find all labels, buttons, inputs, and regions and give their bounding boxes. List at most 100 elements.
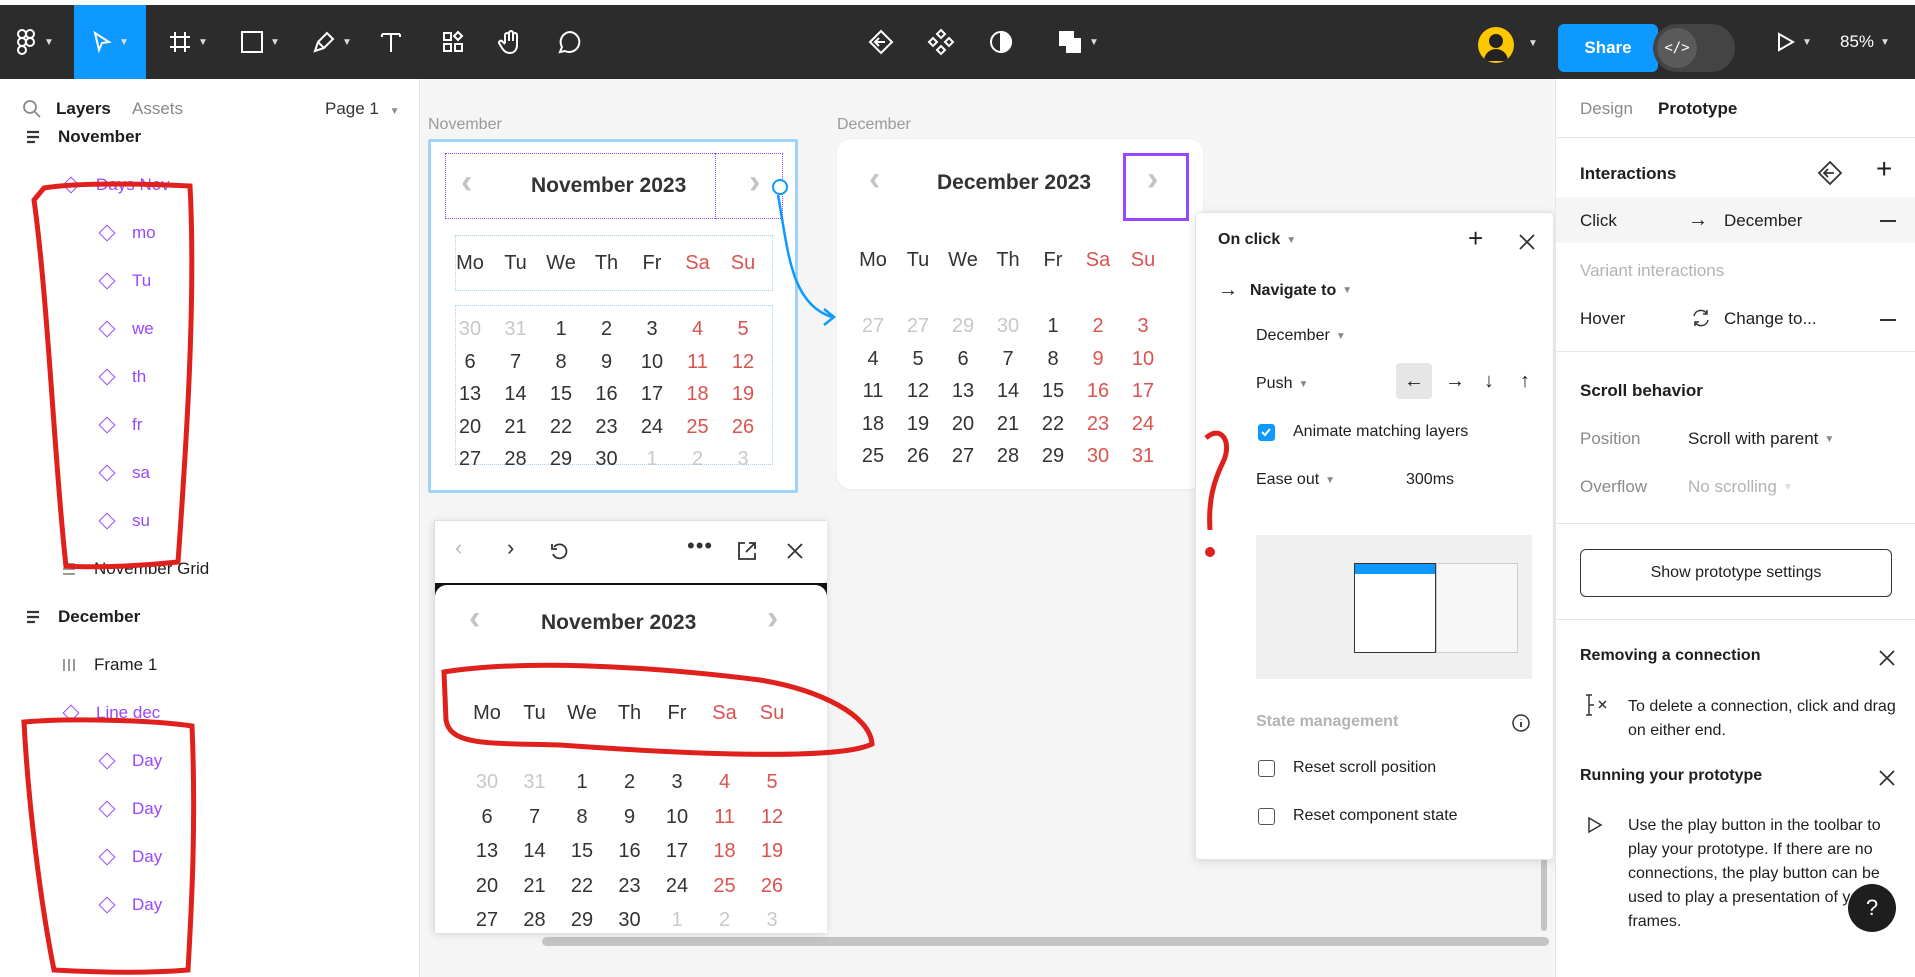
layer-row[interactable]: fr (96, 401, 142, 449)
easing-dropdown[interactable]: Ease out ▼ (1256, 471, 1335, 489)
next-month-icon[interactable]: › (767, 599, 778, 638)
calendar-day[interactable]: 5 (750, 771, 794, 794)
shape-tool-button[interactable]: ▼ (232, 5, 288, 79)
calendar-day[interactable]: 1 (560, 771, 604, 794)
layer-row[interactable]: we (96, 305, 154, 353)
tab-design[interactable]: Design (1580, 99, 1633, 119)
avatar[interactable] (1478, 27, 1514, 63)
calendar-day[interactable]: 20 (465, 875, 509, 898)
hand-tool-button[interactable] (496, 5, 526, 79)
calendar-day[interactable]: 15 (560, 840, 604, 863)
layer-row[interactable]: November (22, 113, 141, 161)
calendar-day[interactable]: 9 (608, 806, 652, 829)
remove-interaction-icon[interactable] (1880, 220, 1896, 222)
layer-row[interactable]: Line dec (60, 689, 160, 737)
layer-row[interactable]: Frame 1 (58, 641, 157, 689)
back-icon[interactable]: ‹ (455, 535, 462, 561)
help-button[interactable]: ? (1848, 884, 1896, 932)
prototype-back-button[interactable] (866, 5, 896, 79)
frame-tool-button[interactable]: ▼ (160, 5, 216, 79)
calendar-day[interactable]: 22 (560, 875, 604, 898)
calendar-day[interactable]: 16 (608, 840, 652, 863)
show-prototype-settings-button[interactable]: Show prototype settings (1580, 549, 1892, 597)
layer-row[interactable]: th (96, 353, 146, 401)
more-options-icon[interactable]: ••• (687, 533, 713, 559)
calendar-day[interactable]: 8 (560, 806, 604, 829)
dev-mode-toggle[interactable]: </> (1653, 24, 1735, 72)
layer-row[interactable]: Days Nov (60, 161, 170, 209)
calendar-day[interactable]: 23 (608, 875, 652, 898)
calendar-day[interactable]: 13 (465, 840, 509, 863)
layer-row[interactable]: sa (96, 449, 150, 497)
layer-row[interactable]: Day (96, 833, 162, 881)
share-button[interactable]: Share (1558, 24, 1658, 72)
figma-menu-button[interactable]: ▼ (10, 5, 60, 79)
calendar-day[interactable]: 24 (655, 875, 699, 898)
position-dropdown[interactable]: Scroll with parent ▼ (1688, 429, 1834, 449)
hover-target-label[interactable]: Change to... (1724, 309, 1817, 329)
restart-icon[interactable] (549, 541, 569, 561)
animate-matching-checkbox[interactable]: Animate matching layers (1258, 423, 1468, 441)
layer-row[interactable]: December (22, 593, 140, 641)
direction-up-button[interactable]: ↑ (1510, 363, 1540, 399)
duration-input[interactable]: 300ms (1406, 471, 1454, 489)
calendar-day[interactable]: 6 (465, 806, 509, 829)
text-tool-button[interactable] (376, 5, 406, 79)
mask-button[interactable] (986, 5, 1016, 79)
calendar-day[interactable]: 29 (560, 909, 604, 932)
calendar-day[interactable]: 11 (703, 806, 747, 829)
calendar-day[interactable]: 26 (750, 875, 794, 898)
calendar-day[interactable]: 30 (465, 771, 509, 794)
trigger-dropdown[interactable]: On click ▼ (1218, 231, 1296, 249)
layer-row[interactable]: su (96, 497, 150, 545)
forward-icon[interactable]: › (507, 535, 514, 561)
calendar-day[interactable]: 10 (655, 806, 699, 829)
layer-row[interactable]: November Grid (58, 545, 209, 593)
animation-dropdown[interactable]: Push ▼ (1256, 375, 1308, 393)
open-external-icon[interactable] (736, 540, 758, 562)
zoom-dropdown[interactable]: 85% ▼ (1840, 5, 1890, 79)
comment-tool-button[interactable] (555, 5, 585, 79)
calendar-day[interactable]: 3 (655, 771, 699, 794)
calendar-day[interactable]: 25 (703, 875, 747, 898)
overflow-dropdown[interactable]: No scrolling ▼ (1688, 477, 1793, 497)
direction-right-button[interactable]: → (1440, 363, 1470, 399)
calendar-day[interactable]: 14 (513, 840, 557, 863)
pen-tool-button[interactable]: ▼ (304, 5, 360, 79)
layer-row[interactable]: mo (96, 209, 156, 257)
add-interaction-icon[interactable]: + (1876, 153, 1892, 185)
move-tool-button[interactable]: ▼ (74, 5, 146, 79)
resources-button[interactable] (438, 5, 468, 79)
info-icon[interactable] (1511, 713, 1531, 733)
chevron-down-icon[interactable]: ▼ (1528, 38, 1538, 49)
prev-month-icon[interactable]: ‹ (469, 599, 480, 638)
layer-row[interactable]: Tu (96, 257, 151, 305)
calendar-day[interactable]: 31 (513, 771, 557, 794)
reset-component-checkbox[interactable]: Reset component state (1258, 807, 1458, 825)
boolean-button[interactable]: ▼ (1048, 5, 1108, 79)
calendar-day[interactable]: 17 (655, 840, 699, 863)
direction-down-button[interactable]: ↓ (1474, 363, 1504, 399)
add-action-icon[interactable]: + (1468, 223, 1483, 254)
close-icon[interactable] (1878, 649, 1896, 667)
destination-dropdown[interactable]: December ▼ (1256, 327, 1346, 345)
calendar-day[interactable]: 2 (703, 909, 747, 932)
calendar-day[interactable]: 28 (513, 909, 557, 932)
present-button[interactable]: ▼ (1768, 5, 1818, 79)
direction-left-button[interactable]: ← (1396, 363, 1432, 399)
remove-interaction-icon[interactable] (1880, 319, 1896, 321)
close-icon[interactable] (1518, 233, 1536, 251)
calendar-day[interactable]: 19 (750, 840, 794, 863)
horizontal-scrollbar[interactable] (542, 937, 1549, 946)
calendar-day[interactable]: 21 (513, 875, 557, 898)
calendar-day[interactable]: 12 (750, 806, 794, 829)
action-dropdown[interactable]: → Navigate to ▼ (1218, 279, 1352, 302)
tab-prototype[interactable]: Prototype (1658, 99, 1737, 119)
layer-row[interactable]: Day (96, 785, 162, 833)
hover-trigger-label[interactable]: Hover (1580, 309, 1625, 329)
calendar-day[interactable]: 27 (465, 909, 509, 932)
calendar-day[interactable]: 3 (750, 909, 794, 932)
reset-scroll-checkbox[interactable]: Reset scroll position (1258, 759, 1436, 777)
prototype-flow-icon[interactable] (1816, 159, 1844, 187)
calendar-day[interactable]: 1 (655, 909, 699, 932)
